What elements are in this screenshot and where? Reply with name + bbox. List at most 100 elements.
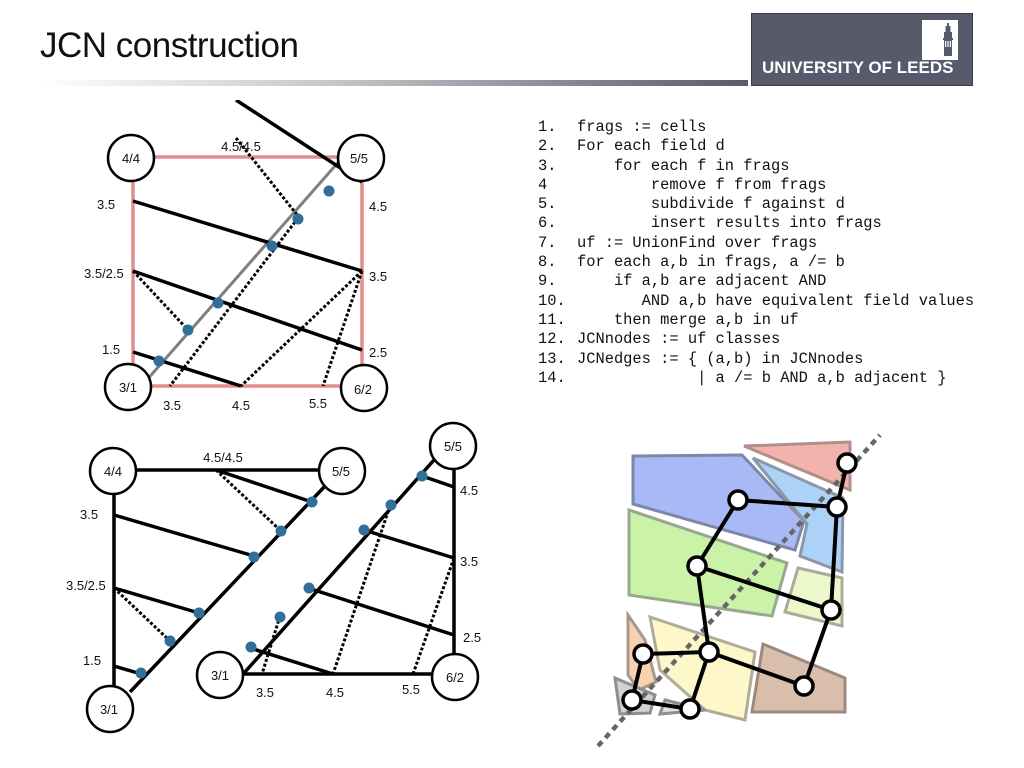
edge-label: 3.5	[97, 197, 115, 212]
jcn-node	[826, 496, 848, 518]
intersection-dot	[245, 641, 257, 653]
edge-label: 4.5/4.5	[203, 450, 243, 465]
intersection-dot	[323, 185, 335, 197]
line-text: insert results into frags	[577, 214, 882, 233]
edge-label: 3.5	[460, 554, 478, 569]
vertex-label: 4/4	[122, 151, 140, 166]
line-number: 10.	[538, 291, 566, 310]
algorithm-line: 11. then merge a,b in uf	[538, 311, 974, 330]
intersection-dot	[266, 240, 278, 252]
tower-icon	[922, 20, 958, 60]
intersection-points	[135, 470, 428, 679]
line-text: uf := UnionFind over frags	[577, 233, 818, 252]
intersection-dot	[274, 611, 286, 623]
cell-diagram: 4/4 5/5 3/1 6/2 4.5/4.5 3.5 3.5/2.5 1.5 …	[84, 100, 389, 413]
algorithm-line: 5. subdivide f against d	[538, 195, 974, 214]
contour-line	[307, 586, 455, 637]
line-number: 6.	[538, 214, 557, 233]
edge-label: 3.5/2.5	[84, 266, 124, 281]
intersection-dot	[385, 499, 397, 511]
intersection-dot	[303, 582, 315, 594]
intersection-dot	[182, 324, 194, 336]
edge-label: 4.5/4.5	[221, 139, 261, 154]
edge-label: 3.5	[163, 398, 181, 413]
line-number: 9.	[538, 272, 557, 291]
vertex-label: 3/1	[119, 380, 137, 395]
title-underline	[40, 80, 748, 86]
intersection-dot	[135, 667, 147, 679]
vertex-label: 3/1	[211, 668, 229, 683]
contours-left	[113, 468, 313, 676]
line-text: JCNedges := { (a,b) in JCNnodes	[577, 349, 864, 368]
jcn-node	[836, 452, 858, 474]
edge-label: 2.5	[463, 630, 481, 645]
edge-label: 2.5	[369, 345, 387, 360]
vertex-label: 5/5	[444, 439, 462, 454]
logo-text: UNIVERSITY OF LEEDS	[762, 58, 954, 77]
line-number: 3.	[538, 156, 557, 175]
jcn-node	[698, 641, 720, 663]
algorithm-line: 3. for each f in frags	[538, 157, 974, 176]
line-number: 1.	[538, 118, 557, 136]
line-text: subdivide f against d	[577, 195, 845, 214]
vertex-label: 4/4	[104, 464, 122, 479]
intersection-dot	[306, 496, 318, 508]
line-number: 11.	[538, 310, 566, 329]
algorithm-line: 13. JCNedges := { (a,b) in JCNnodes	[538, 350, 974, 369]
algorithm-line: 9. if a,b are adjacent AND	[538, 272, 974, 291]
edge-label: 3.5	[80, 507, 98, 522]
line-text: frags := cells	[577, 118, 707, 136]
intersection-dot	[292, 213, 304, 225]
contour-line	[113, 513, 255, 558]
edge-label: 4.5	[460, 483, 478, 498]
algorithm-line: 14. | a /= b AND a,b adjacent }	[538, 369, 974, 388]
algorithm-line: 1. frags := cells	[538, 118, 974, 137]
line-number: 8.	[538, 253, 557, 272]
contour-line-dashed	[260, 615, 282, 675]
edge-label: 3.5	[369, 269, 387, 284]
contours-right-dashed	[260, 505, 456, 675]
contour-line-dashed	[168, 217, 300, 387]
line-number: 7.	[538, 233, 557, 252]
line-text: JCNnodes := uf classes	[577, 330, 781, 349]
line-number: 5.	[538, 195, 557, 214]
jcn-node	[686, 555, 708, 577]
edge-label: 4.5	[326, 685, 344, 700]
line-text: for each f in frags	[577, 156, 790, 175]
jcn-node	[679, 698, 701, 720]
edge-label: 1.5	[83, 653, 101, 668]
university-logo: UNIVERSITY OF LEEDS	[751, 13, 973, 86]
jcn-node	[727, 489, 749, 511]
line-text: for each a,b in frags, a /= b	[577, 253, 845, 272]
jcn-node	[820, 599, 842, 621]
vertex-label: 3/1	[100, 702, 118, 717]
vertex-label: 5/5	[350, 151, 368, 166]
algorithm-line: 6. insert results into frags	[538, 214, 974, 233]
intersection-dot	[248, 551, 260, 563]
line-number: 12.	[538, 330, 566, 349]
jcn-node	[793, 675, 815, 697]
fragments	[613, 440, 852, 722]
algorithm-line: 4 remove f from frags	[538, 176, 974, 195]
line-number: 14.	[538, 368, 566, 387]
diagonal-edge	[143, 157, 344, 383]
vertex-label: 6/2	[354, 382, 372, 397]
split-cell-diagram: 4/4 5/5 3/1 5/5 3/1 6/2 4.5/4.5 3.5 3.5/…	[66, 421, 481, 734]
edge-label: 5.5	[309, 396, 327, 411]
intersection-dot	[358, 524, 370, 536]
slide-title: JCN construction	[40, 26, 299, 65]
line-text: if a,b are adjacent AND	[577, 272, 827, 291]
algorithm-line: 10. AND a,b have equivalent field values	[538, 292, 974, 311]
algorithm-listing: 1. frags := cells 2. For each field d 3. for…	[538, 118, 974, 388]
jcn-node	[632, 643, 654, 665]
intersection-dot	[153, 355, 165, 367]
contour-line	[215, 468, 313, 504]
edge-label: 4.5	[232, 398, 250, 413]
algorithm-line: 12. JCNnodes := uf classes	[538, 330, 974, 349]
intersection-dot	[212, 297, 224, 309]
line-number: 13.	[538, 349, 566, 368]
jcn-node	[621, 689, 643, 711]
line-text: remove f from frags	[577, 175, 827, 194]
edge-label: 1.5	[102, 342, 120, 357]
line-text: | a /= b AND a,b adjacent }	[577, 368, 947, 387]
